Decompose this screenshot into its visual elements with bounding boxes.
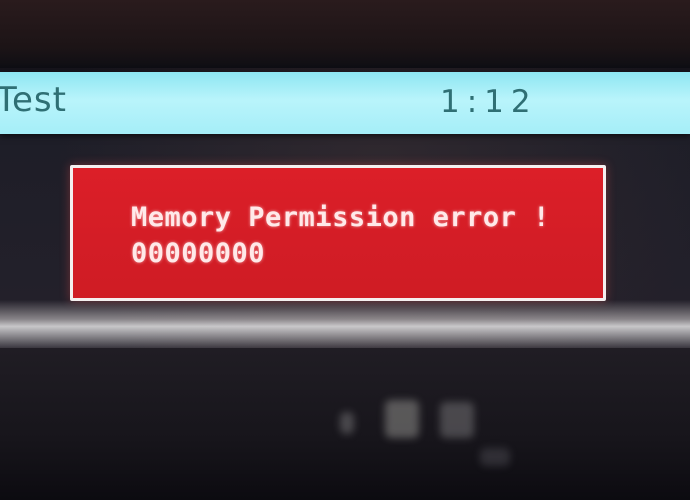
screen-glare — [0, 300, 690, 348]
reflection-spot — [385, 400, 419, 438]
reflection-spot — [340, 412, 354, 434]
reflection-spot — [480, 448, 510, 466]
clock-display: 1:12 — [440, 84, 538, 120]
app-title: Test — [0, 80, 67, 120]
reflection-spot — [440, 402, 474, 438]
error-dialog[interactable]: Memory Permission error ! 00000000 — [70, 165, 606, 301]
error-message: Memory Permission error ! — [131, 202, 550, 233]
error-code: 00000000 — [131, 238, 266, 269]
title-bar: Test 1:12 — [0, 72, 690, 134]
top-bezel — [0, 0, 690, 68]
device-screen: Test 1:12 Memory Permission error ! 0000… — [0, 0, 690, 500]
